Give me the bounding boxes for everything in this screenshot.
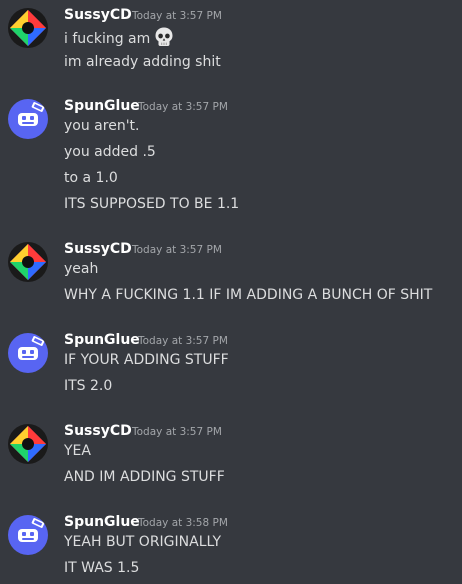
message-timestamp[interactable]: Today at 3:58 PM <box>138 516 228 530</box>
author-name[interactable]: SussyCD <box>64 240 132 258</box>
message-timestamp[interactable]: Today at 3:57 PM <box>138 100 228 114</box>
sussycd-avatar-icon <box>8 242 48 282</box>
message-timestamp[interactable]: Today at 3:57 PM <box>138 334 228 348</box>
message-text: YEA <box>64 443 91 459</box>
spunglue-avatar-icon <box>8 515 48 555</box>
user-avatar[interactable] <box>8 242 48 282</box>
user-avatar[interactable] <box>8 333 48 373</box>
message-text: i fucking am <box>64 26 175 49</box>
author-name[interactable]: SpunGlue <box>64 513 140 531</box>
skull-emoji-icon[interactable] <box>153 26 175 48</box>
message-text: yeah <box>64 261 99 277</box>
message-text: YEAH BUT ORIGINALLY <box>64 534 222 550</box>
message-text: ITS SUPPOSED TO BE 1.1 <box>64 196 240 212</box>
user-avatar[interactable] <box>8 99 48 139</box>
message-timestamp[interactable]: Today at 3:57 PM <box>132 9 222 23</box>
user-avatar[interactable] <box>8 424 48 464</box>
user-avatar[interactable] <box>8 8 48 48</box>
sussycd-avatar-icon <box>8 424 48 464</box>
message-text: im already adding shit <box>64 54 221 70</box>
message-text: IT WAS 1.5 <box>64 560 140 576</box>
sussycd-avatar-icon <box>8 8 48 48</box>
message-text: to a 1.0 <box>64 170 118 186</box>
message-text: IF YOUR ADDING STUFF <box>64 352 229 368</box>
author-name[interactable]: SpunGlue <box>64 97 140 115</box>
user-avatar[interactable] <box>8 515 48 555</box>
spunglue-avatar-icon <box>8 99 48 139</box>
message-text: AND IM ADDING STUFF <box>64 469 225 485</box>
message-text: ITS 2.0 <box>64 378 113 394</box>
author-name[interactable]: SpunGlue <box>64 331 140 349</box>
chat-message-list[interactable]: SussyCD Today at 3:57 PM i fucking am im… <box>0 0 462 584</box>
author-name[interactable]: SussyCD <box>64 422 132 440</box>
message-timestamp[interactable]: Today at 3:57 PM <box>132 243 222 257</box>
message-text: you added .5 <box>64 144 156 160</box>
message-text: WHY A FUCKING 1.1 IF IM ADDING A BUNCH O… <box>64 287 433 303</box>
message-timestamp[interactable]: Today at 3:57 PM <box>132 425 222 439</box>
message-text: you aren't. <box>64 118 140 134</box>
spunglue-avatar-icon <box>8 333 48 373</box>
author-name[interactable]: SussyCD <box>64 6 132 24</box>
